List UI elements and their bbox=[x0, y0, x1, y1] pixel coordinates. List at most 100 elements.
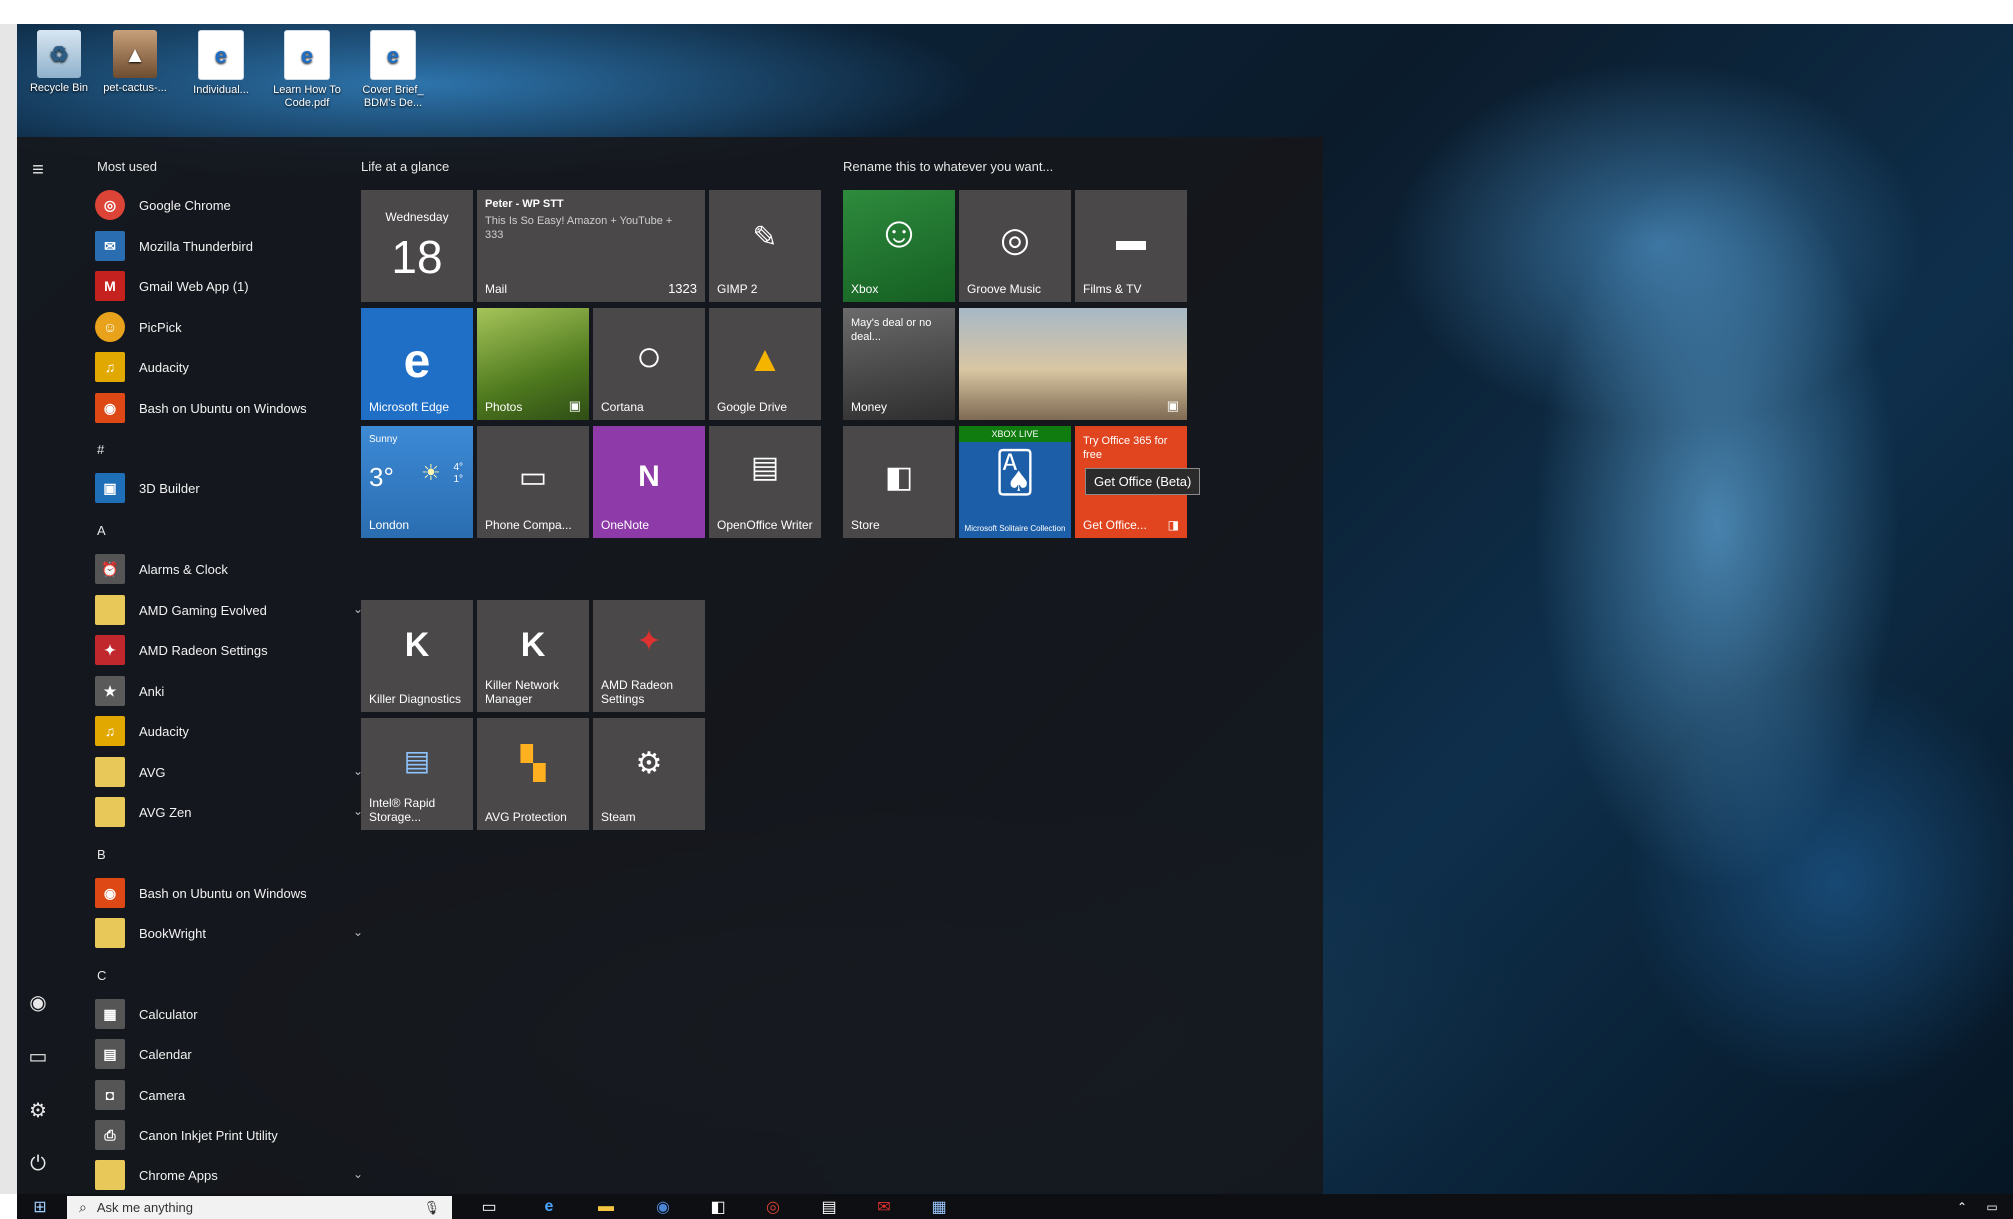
store-label: Store bbox=[851, 518, 880, 532]
tile-mail[interactable]: Peter - WP STT This Is So Easy! Amazon +… bbox=[477, 190, 705, 302]
app-bash-on-ubuntu-2[interactable]: ◉ Bash on Ubuntu on Windows bbox=[95, 876, 375, 910]
tile-xbox[interactable]: ☺ Xbox bbox=[843, 190, 955, 302]
app-amd-radeon-settings[interactable]: ✦ AMD Radeon Settings bbox=[95, 633, 375, 667]
tile-google-drive[interactable]: ▲ Google Drive bbox=[709, 308, 821, 420]
app-picpick[interactable]: ☺ PicPick bbox=[95, 310, 375, 344]
section-letter-b[interactable]: B bbox=[97, 847, 106, 862]
file-explorer-icon[interactable]: ▭ bbox=[25, 1043, 51, 1069]
tile-amd-radeon-settings[interactable]: ✦ AMD Radeon Settings bbox=[593, 600, 705, 712]
group-title-life-at-a-glance[interactable]: Life at a glance bbox=[361, 159, 449, 174]
solitaire-label: Microsoft Solitaire Collection bbox=[964, 524, 1066, 533]
tile-phone-companion[interactable]: ▭ Phone Compa... bbox=[477, 426, 589, 538]
desktop-icon-cover-brief[interactable]: e Cover Brief_ BDM's De... bbox=[351, 30, 435, 110]
desktop-icon-individual[interactable]: e Individual... bbox=[179, 30, 263, 97]
most-used-heading: Most used bbox=[97, 159, 157, 174]
app-gmail-web-app[interactable]: M Gmail Web App (1) bbox=[95, 269, 375, 303]
settings-gear-icon[interactable]: ⚙ bbox=[25, 1097, 51, 1123]
tile-steam[interactable]: ⚙ Steam bbox=[593, 718, 705, 830]
calculator-icon: ▦ bbox=[95, 999, 125, 1029]
microphone-icon[interactable]: 🎙 bbox=[423, 1200, 440, 1216]
desktop-icon-pet-cactus[interactable]: ▲ pet-cactus-... bbox=[93, 30, 177, 95]
phone-label: Phone Compa... bbox=[485, 518, 572, 532]
desktop-icon-recycle-bin[interactable]: ♻ Recycle Bin bbox=[17, 30, 101, 95]
group-title-rename[interactable]: Rename this to whatever you want... bbox=[843, 159, 1053, 174]
tile-beach-photo[interactable]: ▣ bbox=[959, 308, 1187, 420]
file-explorer-taskbar-icon[interactable]: ▬ bbox=[589, 1196, 623, 1218]
app-anki[interactable]: ★ Anki bbox=[95, 674, 375, 708]
tile-intel-rapid-storage[interactable]: ▤ Intel® Rapid Storage... bbox=[361, 718, 473, 830]
recycle-bin-icon: ♻ bbox=[37, 30, 81, 78]
task-view-icon[interactable]: ▭ bbox=[472, 1196, 506, 1218]
chrome-icon: ◎ bbox=[95, 190, 125, 220]
app-amd-gaming-evolved[interactable]: AMD Gaming Evolved ⌄ bbox=[95, 593, 375, 627]
tile-calendar[interactable]: Wednesday 18 bbox=[361, 190, 473, 302]
power-icon[interactable]: ⏻ bbox=[25, 1151, 51, 1177]
tile-onenote[interactable]: N OneNote bbox=[593, 426, 705, 538]
app-alarms-clock[interactable]: ⏰ Alarms & Clock bbox=[95, 552, 375, 586]
app-bookwright[interactable]: BookWright ⌄ bbox=[95, 916, 375, 950]
app-label: Canon Inkjet Print Utility bbox=[139, 1127, 278, 1143]
network-tray-icon[interactable]: ▭ bbox=[1975, 1196, 2009, 1218]
app-3d-builder[interactable]: ▣ 3D Builder bbox=[95, 471, 375, 505]
avg-protection-label: AVG Protection bbox=[485, 810, 567, 824]
tile-avg-protection[interactable]: ▚ AVG Protection bbox=[477, 718, 589, 830]
desktop-icon-label: Learn How To Code.pdf bbox=[273, 84, 341, 109]
tile-films-tv[interactable]: ▬ Films & TV bbox=[1075, 190, 1187, 302]
app-mozilla-thunderbird[interactable]: ✉ Mozilla Thunderbird bbox=[95, 229, 375, 263]
section-letter-c[interactable]: C bbox=[97, 968, 106, 983]
store-taskbar-icon[interactable]: ◧ bbox=[701, 1196, 735, 1218]
section-letter-a[interactable]: A bbox=[97, 523, 106, 538]
tile-openoffice-writer[interactable]: ▤ OpenOffice Writer bbox=[709, 426, 821, 538]
notepad-taskbar-icon[interactable]: ▦ bbox=[922, 1196, 956, 1218]
tile-groove-music[interactable]: ◎ Groove Music bbox=[959, 190, 1071, 302]
desktop-icon-learn-how-to-code[interactable]: e Learn How To Code.pdf bbox=[265, 30, 349, 110]
store-bag-icon: ◧ bbox=[884, 461, 914, 494]
calendar-taskbar-icon[interactable]: ▤ bbox=[812, 1196, 846, 1218]
gmail-taskbar-icon[interactable]: ✉ bbox=[867, 1196, 901, 1218]
hamburger-menu-icon[interactable]: ≡ bbox=[25, 157, 51, 183]
thunderbird-icon: ✉ bbox=[95, 231, 125, 261]
tile-microsoft-edge[interactable]: e Microsoft Edge bbox=[361, 308, 473, 420]
sun-icon: ☀ bbox=[421, 460, 441, 485]
start-menu: ≡ ◉ ▭ ⚙ ⏻ Most used ◎ Google Chrome ✉ Mo… bbox=[17, 137, 1323, 1194]
app-avg-zen[interactable]: AVG Zen ⌄ bbox=[95, 795, 375, 829]
app-canon-inkjet[interactable]: ⎙ Canon Inkjet Print Utility bbox=[95, 1118, 375, 1152]
app-audacity-2[interactable]: ♫ Audacity bbox=[95, 714, 375, 748]
onenote-icon: N bbox=[638, 460, 660, 493]
tile-solitaire[interactable]: XBOX LIVE 🂡 Microsoft Solitaire Collecti… bbox=[959, 426, 1071, 538]
tile-gimp[interactable]: ✎ GIMP 2 bbox=[709, 190, 821, 302]
tile-money[interactable]: May's deal or no deal... Money bbox=[843, 308, 955, 420]
photos-icon: ▣ bbox=[568, 398, 581, 413]
tile-weather[interactable]: Sunny 3° ☀ 4° 1° London bbox=[361, 426, 473, 538]
alarm-clock-icon: ⏰ bbox=[95, 554, 125, 584]
calendar-icon: ▤ bbox=[95, 1039, 125, 1069]
tile-killer-diagnostics[interactable]: K Killer Diagnostics bbox=[361, 600, 473, 712]
app-avg[interactable]: AVG ⌄ bbox=[95, 755, 375, 789]
tile-killer-network-manager[interactable]: K Killer Network Manager bbox=[477, 600, 589, 712]
thunderbird-taskbar-icon[interactable]: ◉ bbox=[646, 1196, 680, 1218]
cortana-search-box[interactable]: ⌕ Ask me anything 🎙 bbox=[67, 1196, 452, 1219]
tray-chevron-up-icon[interactable]: ⌃ bbox=[1945, 1196, 1979, 1218]
app-bash-on-ubuntu[interactable]: ◉ Bash on Ubuntu on Windows bbox=[95, 391, 375, 425]
calendar-date: 18 bbox=[391, 231, 443, 283]
user-account-icon[interactable]: ◉ bbox=[25, 989, 51, 1015]
office-promo: Try Office 365 for free bbox=[1083, 435, 1168, 461]
app-google-chrome[interactable]: ◎ Google Chrome bbox=[95, 188, 375, 222]
image-file-icon: ▲ bbox=[113, 30, 157, 78]
tile-photos[interactable]: Photos ▣ bbox=[477, 308, 589, 420]
app-chrome-apps[interactable]: Chrome Apps ⌄ bbox=[95, 1158, 375, 1192]
edge-taskbar-icon[interactable]: e bbox=[532, 1196, 566, 1218]
desktop-icon-label: Cover Brief_ BDM's De... bbox=[362, 84, 424, 109]
cortana-icon: ○ bbox=[635, 332, 663, 381]
openoffice-icon: ▤ bbox=[750, 451, 780, 484]
tile-store[interactable]: ◧ Store bbox=[843, 426, 955, 538]
chrome-taskbar-icon[interactable]: ◎ bbox=[756, 1196, 790, 1218]
app-calculator[interactable]: ▦ Calculator bbox=[95, 997, 375, 1031]
section-letter-hash[interactable]: # bbox=[97, 442, 104, 457]
tile-cortana[interactable]: ○ Cortana bbox=[593, 308, 705, 420]
app-camera[interactable]: ◘ Camera bbox=[95, 1078, 375, 1112]
windows-start-icon[interactable]: ⊞ bbox=[23, 1196, 57, 1218]
app-calendar[interactable]: ▤ Calendar bbox=[95, 1037, 375, 1071]
mail-count: 1323 bbox=[668, 281, 697, 296]
app-audacity[interactable]: ♫ Audacity bbox=[95, 350, 375, 384]
